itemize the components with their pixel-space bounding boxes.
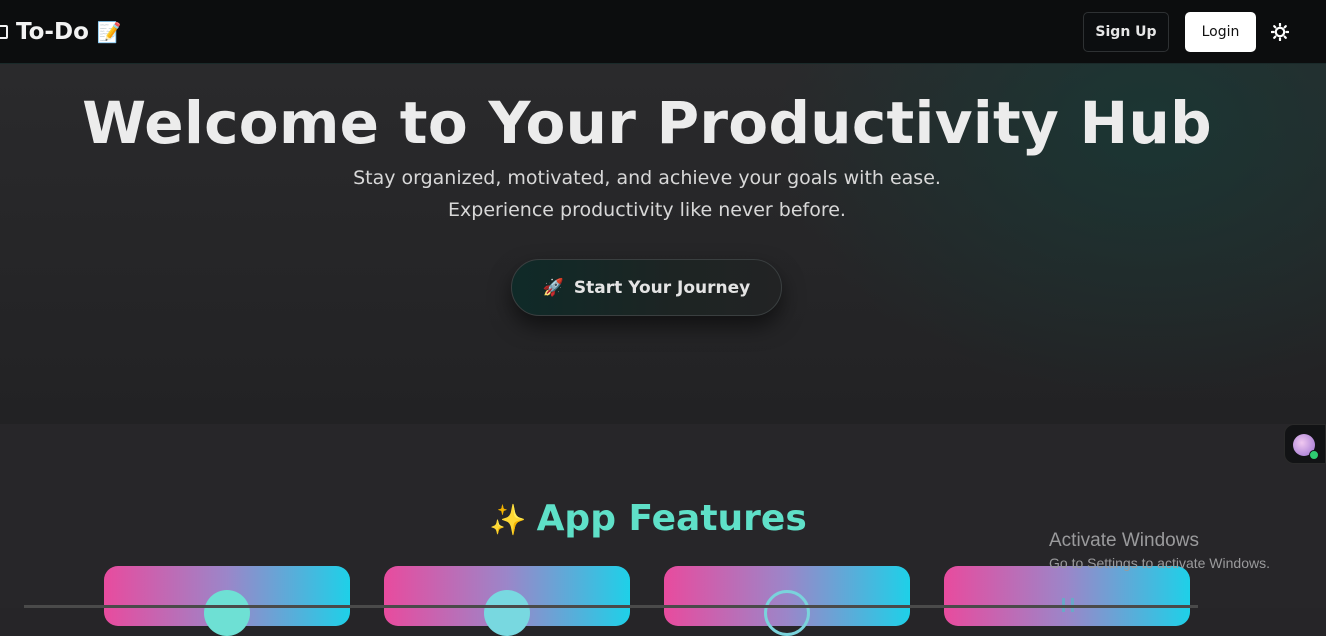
watermark-title: Activate Windows xyxy=(1049,530,1199,551)
hero-subtitle-line-1: Stay organized, motivated, and achieve y… xyxy=(353,167,941,189)
features-title-text: App Features xyxy=(536,498,807,539)
brand-title: To-Do xyxy=(16,19,89,45)
hero-subtitle: Stay organized, motivated, and achieve y… xyxy=(0,162,1294,226)
online-status-dot xyxy=(1309,450,1319,460)
signup-button[interactable]: Sign Up xyxy=(1083,12,1169,52)
clock-icon xyxy=(484,590,530,636)
feature-icon-1 xyxy=(204,590,250,636)
brand-logo[interactable]: To-Do 📝 xyxy=(0,17,122,47)
chat-widget-button[interactable] xyxy=(1284,424,1326,464)
sparkles-icon: ✨ xyxy=(489,503,527,538)
login-button[interactable]: Login xyxy=(1185,12,1256,52)
hero-section: Welcome to Your Productivity Hub Stay or… xyxy=(0,64,1326,424)
chart-icon xyxy=(1044,590,1090,636)
feature-card-2[interactable] xyxy=(384,566,630,636)
navbar: To-Do 📝 Sign Up Login xyxy=(0,0,1326,64)
feature-card-3[interactable] xyxy=(664,566,910,636)
sun-icon xyxy=(1271,23,1289,41)
start-journey-button[interactable]: 🚀 Start Your Journey xyxy=(511,259,782,316)
timer-icon xyxy=(764,590,810,636)
hero-subtitle-line-2: Experience productivity like never befor… xyxy=(448,199,846,221)
windows-activation-watermark: Activate Windows Go to Settings to activ… xyxy=(1049,530,1270,574)
theme-toggle-button[interactable] xyxy=(1270,22,1290,42)
feature-card-1[interactable] xyxy=(104,566,350,636)
memo-icon: 📝 xyxy=(96,20,122,44)
features-section: ✨ App Features xyxy=(0,424,1326,636)
laptop-icon xyxy=(0,25,8,39)
watermark-subtitle: Go to Settings to activate Windows. xyxy=(1049,555,1270,571)
hero-title: Welcome to Your Productivity Hub xyxy=(82,89,1212,157)
rocket-icon: 🚀 xyxy=(542,277,564,298)
feature-card-4[interactable] xyxy=(944,566,1190,626)
start-journey-label: Start Your Journey xyxy=(573,277,751,298)
